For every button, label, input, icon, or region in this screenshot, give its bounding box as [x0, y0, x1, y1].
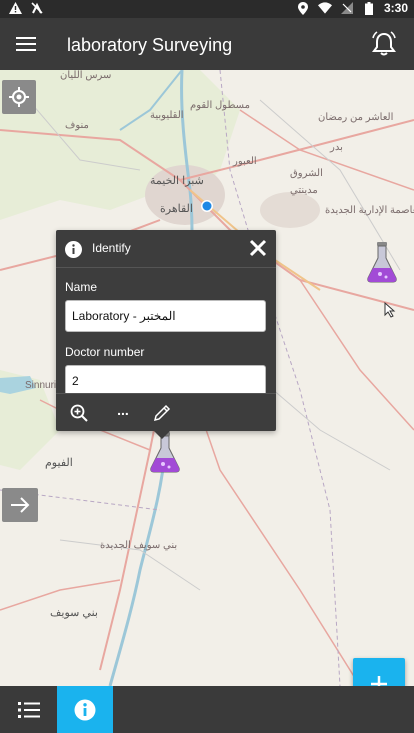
map-label: الشروق — [290, 168, 323, 179]
map-label: القليوبية — [150, 110, 184, 121]
identify-popup: Identify Name Laboratory - المختبر Docto… — [56, 230, 276, 439]
doctor-number-field[interactable]: 2 — [65, 365, 266, 393]
map-label: بني سويف الجديدة — [100, 540, 178, 551]
map-label: سرس الليان — [60, 70, 112, 81]
location-icon — [296, 1, 310, 15]
arrow-right-icon — [11, 497, 30, 513]
map-label: العاصمة الإدارية الجديدة — [325, 205, 414, 216]
map-label: الفيوم — [45, 457, 73, 469]
popup-title: Identify — [92, 241, 131, 255]
status-bar: 3:30 — [0, 0, 414, 18]
no-tracking-icon — [30, 1, 44, 15]
map-label: منوف — [65, 120, 89, 131]
map-label: مدينتي — [290, 185, 318, 196]
map-label: شبرا الخيمة — [150, 175, 204, 187]
info-icon — [74, 699, 96, 720]
map-label: مسطول القوم — [190, 100, 250, 111]
popup-toolbar: ... — [56, 393, 276, 431]
crosshair-icon — [9, 87, 29, 107]
bell-icon[interactable] — [370, 30, 398, 58]
pointer-cursor-icon — [384, 302, 396, 318]
clock-time: 3:30 — [383, 1, 408, 15]
list-icon — [17, 701, 40, 718]
map-label: القاهرة — [160, 203, 193, 215]
wifi-icon — [317, 1, 332, 15]
layer-list-button[interactable] — [0, 686, 57, 733]
expand-button[interactable] — [2, 488, 38, 522]
bottom-bar — [0, 686, 414, 733]
battery-icon — [362, 1, 376, 15]
map-label: بني سويف — [50, 607, 98, 619]
map-label: العاشر من رمضان — [318, 112, 394, 123]
edit-icon[interactable] — [152, 403, 172, 423]
close-icon[interactable] — [249, 239, 267, 257]
laboratory-marker[interactable] — [365, 240, 399, 284]
info-icon — [65, 241, 82, 258]
map-label: بدر — [330, 142, 343, 153]
zoom-in-icon[interactable] — [69, 403, 89, 423]
more-button[interactable]: ... — [113, 400, 133, 420]
warning-icon — [8, 1, 22, 15]
doctor-number-label: Doctor number — [65, 345, 145, 359]
page-title: laboratory Surveying — [67, 35, 233, 55]
map-label: العبور — [233, 156, 257, 167]
signal-icon — [340, 1, 354, 15]
name-field[interactable]: Laboratory - المختبر — [65, 300, 266, 332]
popup-pointer — [154, 431, 170, 439]
app-bar: laboratory Surveying — [0, 18, 414, 70]
popup-header: Identify — [56, 230, 276, 268]
name-label: Name — [65, 280, 98, 294]
identify-button[interactable] — [57, 686, 113, 733]
locate-button[interactable] — [2, 80, 36, 114]
hamburger-icon[interactable] — [16, 33, 40, 55]
